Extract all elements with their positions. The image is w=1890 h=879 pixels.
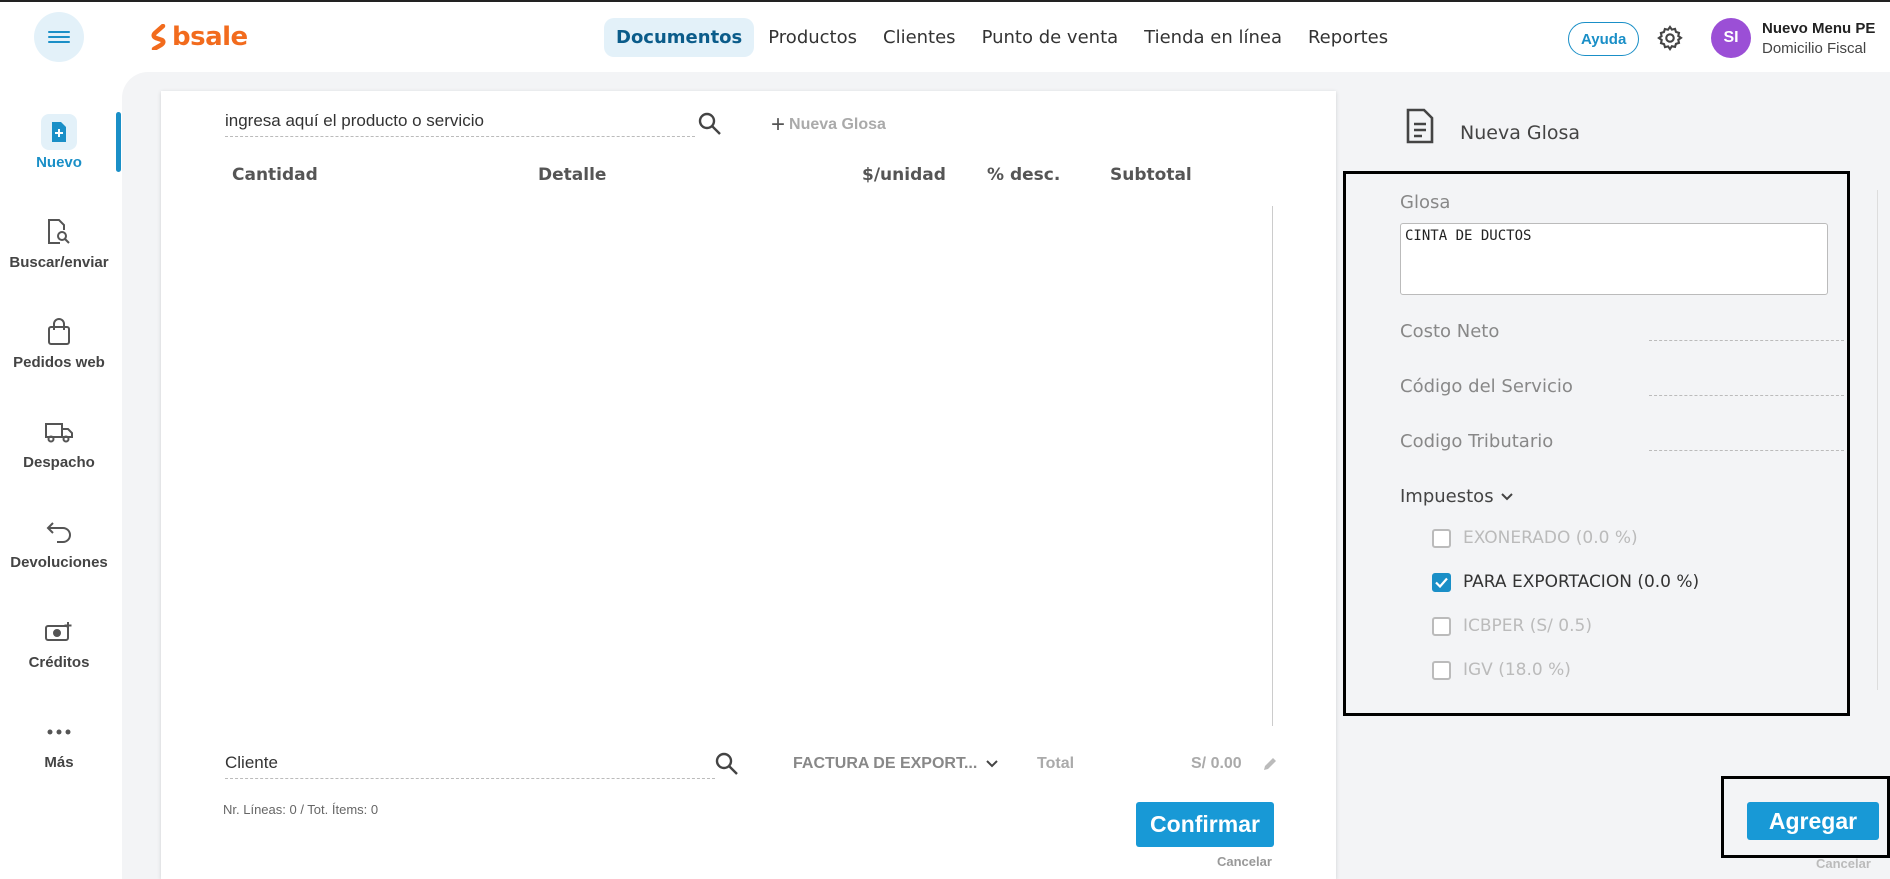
checkbox[interactable] [1432, 528, 1451, 548]
truck-icon [45, 423, 73, 443]
user-info[interactable]: Nuevo Menu PE Domicilio Fiscal [1762, 20, 1875, 57]
costo-neto-label: Costo Neto [1400, 321, 1500, 342]
plus-icon: + [771, 111, 786, 138]
bsale-logo[interactable]: bsale [150, 22, 248, 52]
document-plus-icon [41, 114, 77, 150]
table-scrollbar[interactable] [1272, 206, 1273, 726]
tax-label: PARA EXPORTACION (0.0 %) [1463, 572, 1700, 592]
column-header-precio: $/unidad [862, 165, 946, 185]
avatar[interactable]: SI [1711, 18, 1751, 58]
glosa-label: Glosa [1400, 192, 1451, 213]
new-glosa-button[interactable]: + Nueva Glosa [771, 111, 886, 139]
checkbox[interactable] [1432, 660, 1451, 680]
document-search-icon [48, 219, 70, 244]
tax-label: ICBPER (S/ 0.5) [1463, 616, 1592, 636]
confirm-button[interactable]: Confirmar [1136, 802, 1274, 847]
search-icon[interactable] [714, 751, 740, 777]
main-nav: Documentos Productos Clientes Punto de v… [604, 18, 1402, 57]
sidebar-item-label: Créditos [28, 654, 90, 671]
column-header-detalle: Detalle [538, 165, 607, 185]
column-header-cantidad: Cantidad [232, 165, 318, 185]
nav-documentos[interactable]: Documentos [604, 18, 755, 57]
codigo-tributario-input[interactable] [1649, 450, 1844, 451]
user-branch: Domicilio Fiscal [1762, 40, 1867, 57]
client-search-input[interactable]: Cliente [225, 753, 715, 779]
document-icon [1406, 108, 1434, 144]
menu-button[interactable] [34, 12, 84, 62]
tax-para-exportacion[interactable]: PARA EXPORTACION (0.0 %) [1432, 572, 1699, 592]
sidebar-item-nuevo[interactable]: Nuevo [0, 112, 118, 171]
sidebar-item-label: Más [44, 754, 74, 771]
column-header-descuento: % desc. [987, 165, 1061, 185]
add-button[interactable]: Agregar [1747, 802, 1879, 840]
panel-scrollbar[interactable] [1877, 190, 1878, 690]
chevron-down-icon [1500, 492, 1513, 500]
document-type-value: FACTURA DE EXPORT... [793, 755, 978, 772]
money-plus-icon [45, 622, 72, 641]
new-glosa-label: Nueva Glosa [789, 116, 886, 133]
top-bar: bsale Documentos Productos Clientes Punt… [0, 0, 1890, 72]
sidebar-item-label: Buscar/enviar [9, 254, 109, 271]
nav-productos[interactable]: Productos [756, 18, 869, 57]
sidebar-item-label: Pedidos web [13, 354, 105, 371]
codigo-servicio-label: Código del Servicio [1400, 376, 1573, 397]
total-label: Total [1037, 755, 1075, 772]
nav-tienda-en-linea[interactable]: Tienda en línea [1132, 18, 1294, 57]
impuestos-label: Impuestos [1400, 486, 1494, 507]
nav-clientes[interactable]: Clientes [871, 18, 968, 57]
shopping-bag-icon [48, 318, 70, 345]
sidebar-item-devoluciones[interactable]: Devoluciones [0, 512, 118, 571]
panel-title: Nueva Glosa [1460, 122, 1581, 144]
cancel-link[interactable]: Cancelar [1217, 854, 1272, 869]
search-icon[interactable] [697, 111, 723, 137]
bsale-logo-icon [151, 24, 166, 50]
costo-neto-input[interactable] [1649, 340, 1844, 341]
checkbox[interactable] [1432, 616, 1451, 636]
check-icon [1435, 577, 1448, 588]
user-name: Nuevo Menu PE [1762, 20, 1876, 37]
tax-igv[interactable]: IGV (18.0 %) [1432, 660, 1571, 680]
tax-label: IGV (18.0 %) [1463, 660, 1571, 680]
hamburger-icon [48, 28, 70, 46]
pencil-icon[interactable] [1261, 755, 1279, 773]
impuestos-toggle[interactable]: Impuestos [1400, 486, 1516, 507]
help-button[interactable]: Ayuda [1568, 22, 1640, 56]
sidebar-item-despacho[interactable]: Despacho [0, 412, 118, 471]
tax-label: EXONERADO (0.0 %) [1463, 528, 1638, 548]
document-card: ingresa aquí el producto o servicio + Nu… [161, 91, 1336, 879]
nav-punto-de-venta[interactable]: Punto de venta [970, 18, 1131, 57]
document-type-select[interactable]: FACTURA DE EXPORT... [793, 755, 1001, 773]
sidebar-item-creditos[interactable]: Créditos [0, 612, 118, 671]
sidebar-item-mas[interactable]: Más [0, 712, 118, 771]
more-dots-icon [47, 729, 71, 735]
column-header-subtotal: Subtotal [1110, 165, 1192, 185]
lines-info: Nr. Líneas: 0 / Tot. Ítems: 0 [223, 802, 379, 817]
codigo-tributario-label: Codigo Tributario [1400, 431, 1554, 452]
gear-icon[interactable] [1656, 24, 1684, 52]
glosa-textarea[interactable]: CINTA DE DUCTOS [1400, 223, 1828, 295]
sidebar-item-label: Devoluciones [10, 554, 108, 571]
sidebar-item-buscar[interactable]: Buscar/enviar [0, 212, 118, 271]
total-value: S/ 0.00 [1191, 755, 1242, 772]
tax-exonerado[interactable]: EXONERADO (0.0 %) [1432, 528, 1638, 548]
chevron-down-icon [986, 760, 999, 768]
sidebar-item-label: Despacho [23, 454, 95, 471]
nav-reportes[interactable]: Reportes [1296, 18, 1400, 57]
sidebar-item-label: Nuevo [36, 154, 82, 171]
product-search-input[interactable]: ingresa aquí el producto o servicio [225, 111, 695, 137]
tax-icbper[interactable]: ICBPER (S/ 0.5) [1432, 616, 1592, 636]
logo-text: bsale [172, 22, 248, 52]
codigo-servicio-input[interactable] [1649, 395, 1844, 396]
return-arrow-icon [46, 522, 71, 543]
checkbox-checked[interactable] [1432, 572, 1451, 592]
sidebar: Nuevo Buscar/enviar Pedidos web Despacho… [0, 72, 122, 879]
sidebar-item-pedidos[interactable]: Pedidos web [0, 312, 118, 371]
cancel-panel-link[interactable]: Cancelar [1816, 856, 1871, 871]
